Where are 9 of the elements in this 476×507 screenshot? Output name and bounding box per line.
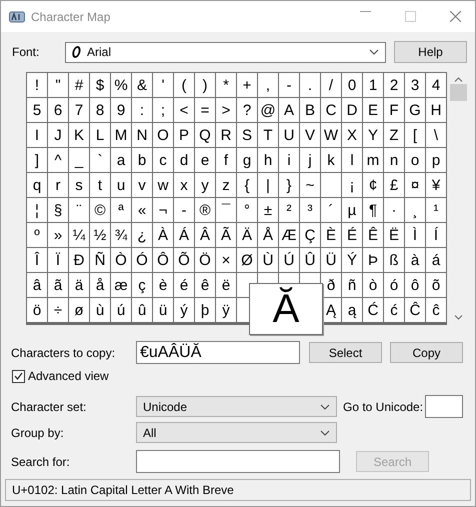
window-title: Character Map: [31, 10, 112, 24]
group-by-label: Group by:: [10, 426, 65, 440]
magnified-character-tooltip: Ă: [249, 283, 323, 335]
characters-to-copy-label: Characters to copy:: [10, 346, 116, 360]
search-for-label: Search for:: [10, 454, 71, 468]
font-label: Font:: [11, 45, 40, 59]
status-bar: U+0102: Latin Capital Letter A With Breve: [5, 479, 471, 501]
go-to-unicode-label: Go to Unicode:: [343, 400, 424, 414]
character-set-label: Character set:: [10, 400, 88, 414]
